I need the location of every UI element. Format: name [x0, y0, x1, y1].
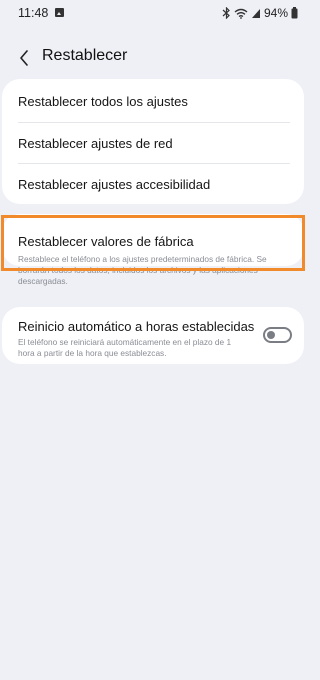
wifi-icon — [234, 8, 248, 19]
reset-options-card: Restablecer todos los ajustes Restablece… — [2, 79, 304, 204]
signal-icon — [251, 8, 260, 18]
divider — [18, 122, 290, 123]
reset-accessibility-settings-item[interactable]: Restablecer ajustes accesibilidad — [18, 177, 288, 192]
status-bar: 11:48 94% — [0, 0, 306, 26]
factory-reset-card: Restablecer valores de fábrica Restablec… — [2, 214, 304, 286]
auto-restart-toggle[interactable] — [263, 327, 292, 343]
divider — [18, 163, 290, 164]
battery-percentage: 94% — [263, 6, 288, 20]
app-header: Restablecer — [0, 36, 306, 80]
auto-restart-description: El teléfono se reiniciará automáticament… — [18, 337, 232, 358]
battery-icon — [291, 7, 298, 19]
bluetooth-icon — [222, 7, 230, 19]
factory-reset-title: Restablecer valores de fábrica — [18, 234, 194, 249]
toggle-knob — [267, 331, 275, 339]
reset-all-settings-label: Restablecer todos los ajustes — [18, 94, 188, 109]
factory-reset-description: Restablece el teléfono a los ajustes pre… — [18, 254, 267, 286]
reset-network-settings-item[interactable]: Restablecer ajustes de red — [18, 136, 288, 151]
auto-restart-item[interactable]: Reinicio automático a horas establecidas… — [18, 319, 255, 359]
chevron-left-icon — [20, 50, 28, 66]
status-time: 11:48 — [18, 6, 49, 20]
reset-accessibility-settings-label: Restablecer ajustes accesibilidad — [18, 177, 211, 192]
factory-reset-item[interactable]: Restablecer valores de fábrica Restablec… — [18, 234, 288, 287]
page-title: Restablecer — [42, 47, 128, 64]
auto-restart-card: Reinicio automático a horas establecidas… — [2, 307, 304, 364]
auto-restart-title: Reinicio automático a horas establecidas — [18, 319, 255, 334]
back-button[interactable] — [10, 44, 38, 72]
image-notification-icon — [55, 8, 64, 17]
status-icons: 94% — [222, 5, 298, 21]
reset-network-settings-label: Restablecer ajustes de red — [18, 136, 173, 151]
reset-all-settings-item[interactable]: Restablecer todos los ajustes — [18, 94, 288, 109]
